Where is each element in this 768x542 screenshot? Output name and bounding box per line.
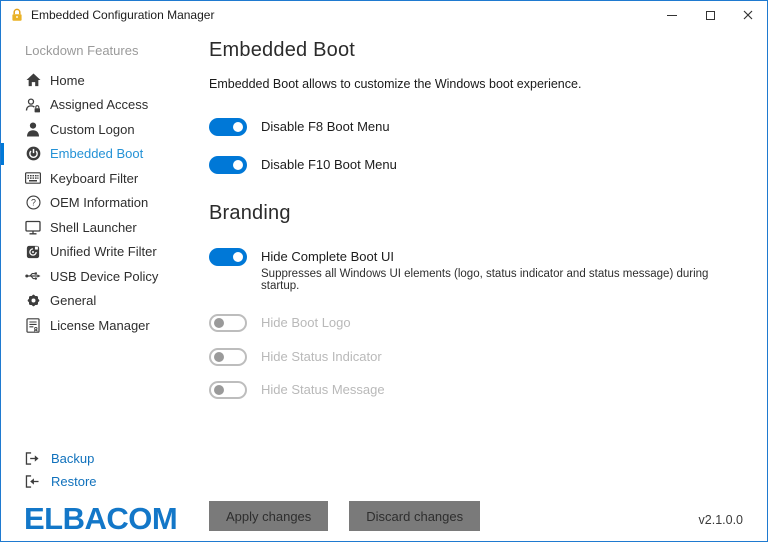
sidebar-item-unified-write-filter[interactable]: Unified Write Filter [1, 240, 201, 265]
apply-changes-button[interactable]: Apply changes [209, 501, 328, 531]
toggle-label: Disable F8 Boot Menu [261, 117, 390, 134]
toggle-row-hide-status-message: Hide Status Message [209, 381, 743, 400]
disable-f8-toggle[interactable] [209, 118, 247, 136]
disk-icon [25, 244, 41, 260]
sidebar-footer: Backup Restore ELBACOM [1, 447, 201, 541]
gear-icon [25, 293, 41, 309]
toggle-label: Hide Boot Logo [261, 314, 351, 331]
sidebar-item-assigned-access[interactable]: Assigned Access [1, 93, 201, 118]
person-icon [25, 121, 41, 137]
disable-f10-toggle[interactable] [209, 156, 247, 174]
sidebar-header: Lockdown Features [1, 37, 201, 68]
minimize-icon [667, 15, 677, 16]
sidebar-item-label: License Manager [50, 318, 150, 333]
sidebar-item-label: OEM Information [50, 195, 148, 210]
action-bar: Apply changes Discard changes v2.1.0.0 [209, 501, 743, 531]
restore-link[interactable]: Restore [1, 470, 201, 493]
sidebar-item-home[interactable]: Home [1, 68, 201, 93]
hide-status-message-toggle [209, 381, 247, 399]
toggle-label: Hide Complete Boot UI [261, 247, 743, 264]
close-icon [743, 10, 753, 20]
sidebar-item-label: USB Device Policy [50, 269, 158, 284]
power-icon [25, 146, 41, 162]
lock-icon [11, 8, 23, 23]
sidebar-item-label: Keyboard Filter [50, 171, 138, 186]
branding-section-title: Branding [209, 202, 743, 225]
main-content: Embedded Boot Embedded Boot allows to cu… [201, 29, 767, 541]
sidebar-item-label: Shell Launcher [50, 220, 137, 235]
sidebar-item-custom-logon[interactable]: Custom Logon [1, 117, 201, 142]
sidebar-item-label: Unified Write Filter [50, 244, 157, 259]
toggle-row-disable-f8: Disable F8 Boot Menu [209, 117, 743, 136]
sidebar-item-shell-launcher[interactable]: Shell Launcher [1, 215, 201, 240]
usb-icon [25, 268, 41, 284]
backup-link[interactable]: Backup [1, 447, 201, 470]
sidebar-item-label: Custom Logon [50, 122, 135, 137]
toggle-row-hide-status-indicator: Hide Status Indicator [209, 347, 743, 366]
svg-text:?: ? [31, 198, 36, 208]
page-description: Embedded Boot allows to customize the Wi… [209, 77, 743, 91]
document-icon [25, 317, 41, 333]
sidebar-item-general[interactable]: General [1, 289, 201, 314]
maximize-icon [706, 11, 715, 20]
toggle-row-hide-boot-logo: Hide Boot Logo [209, 314, 743, 333]
hide-complete-boot-ui-toggle[interactable] [209, 248, 247, 266]
sidebar-item-license-manager[interactable]: License Manager [1, 313, 201, 338]
sidebar-item-label: General [50, 293, 96, 308]
assigned-access-icon [25, 97, 41, 113]
sidebar-item-embedded-boot[interactable]: Embedded Boot [1, 142, 201, 167]
minimize-button[interactable] [653, 1, 691, 29]
titlebar: Embedded Configuration Manager [1, 1, 767, 29]
sidebar-item-label: Home [50, 73, 85, 88]
hide-boot-logo-toggle [209, 314, 247, 332]
app-window: Embedded Configuration Manager Lockdown … [0, 0, 768, 542]
toggle-description: Suppresses all Windows UI elements (logo… [261, 268, 743, 292]
monitor-icon [25, 219, 41, 235]
import-icon [25, 475, 41, 489]
toggle-label: Hide Status Message [261, 381, 385, 398]
window-title: Embedded Configuration Manager [31, 8, 214, 22]
maximize-button[interactable] [691, 1, 729, 29]
keyboard-icon [25, 170, 41, 186]
hide-status-indicator-toggle [209, 348, 247, 366]
elbacom-logo: ELBACOM [1, 493, 201, 539]
home-icon [25, 72, 41, 88]
sidebar: Lockdown Features Home Assigned Access [1, 29, 201, 541]
toggle-row-hide-complete-boot-ui: Hide Complete Boot UI Suppresses all Win… [209, 247, 743, 292]
window-controls [653, 1, 767, 29]
toggle-label: Disable F10 Boot Menu [261, 156, 397, 173]
sidebar-item-keyboard-filter[interactable]: Keyboard Filter [1, 166, 201, 191]
toggle-row-disable-f10: Disable F10 Boot Menu [209, 156, 743, 175]
sidebar-item-oem-information[interactable]: ? OEM Information [1, 191, 201, 216]
close-button[interactable] [729, 1, 767, 29]
restore-label: Restore [51, 474, 97, 489]
toggle-label: Hide Status Indicator [261, 347, 382, 364]
version-label: v2.1.0.0 [699, 513, 743, 531]
discard-changes-button[interactable]: Discard changes [349, 501, 480, 531]
backup-label: Backup [51, 451, 94, 466]
question-circle-icon: ? [25, 195, 41, 211]
sidebar-item-label: Assigned Access [50, 97, 148, 112]
export-icon [25, 452, 41, 466]
sidebar-item-label: Embedded Boot [50, 146, 143, 161]
page-title: Embedded Boot [209, 39, 743, 62]
sidebar-item-usb-device-policy[interactable]: USB Device Policy [1, 264, 201, 289]
